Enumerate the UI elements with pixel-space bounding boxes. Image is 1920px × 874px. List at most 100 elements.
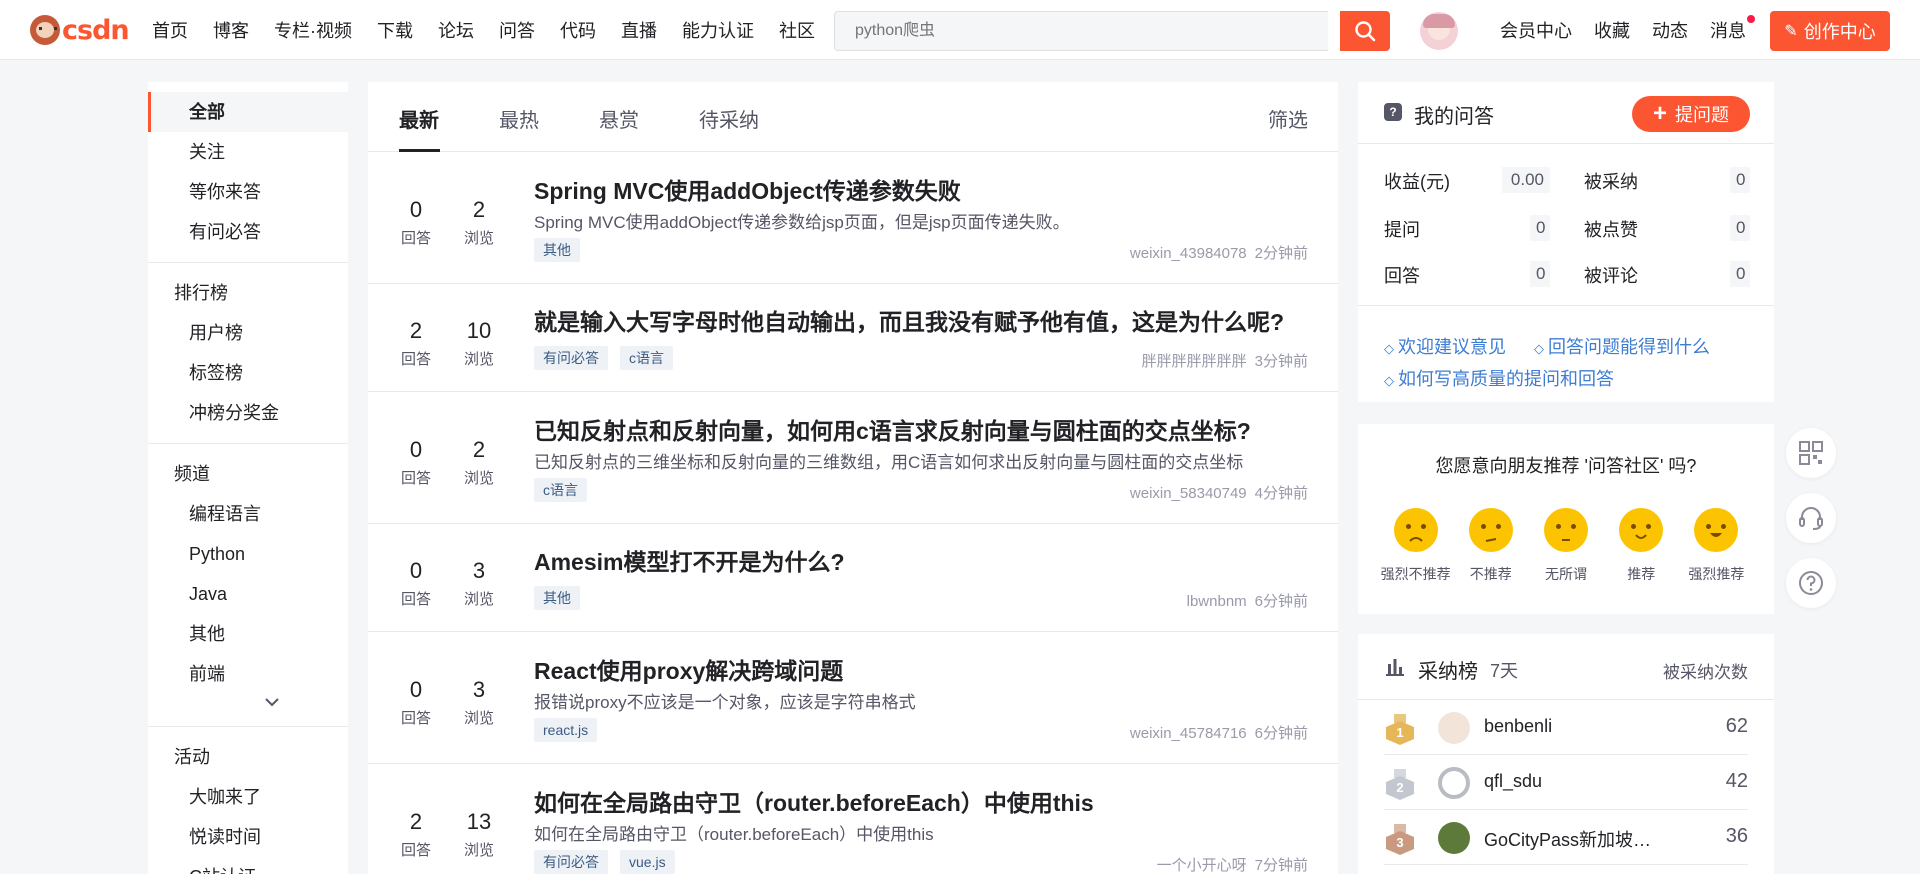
- tag[interactable]: c语言: [620, 346, 673, 370]
- nav-qa[interactable]: 问答: [499, 17, 535, 43]
- rating-recommend[interactable]: 推荐: [1604, 508, 1679, 584]
- sidebar-item-big-names[interactable]: 大咖来了: [148, 777, 348, 817]
- tab-latest[interactable]: 最新: [399, 104, 439, 133]
- tag[interactable]: 有问必答: [534, 346, 608, 370]
- question-title[interactable]: 如何在全局路由守卫（router.beforeEach）中使用this: [534, 784, 1094, 818]
- sidebar-item-other[interactable]: 其他: [148, 614, 348, 654]
- nav-blog[interactable]: 博客: [213, 17, 249, 43]
- sidebar-item-following[interactable]: 关注: [148, 132, 348, 172]
- nav-forum[interactable]: 论坛: [438, 17, 474, 43]
- nav-column-video[interactable]: 专栏·视频: [274, 17, 352, 43]
- favorites-link[interactable]: 收藏: [1594, 17, 1630, 43]
- expand-channels-button[interactable]: [148, 694, 348, 716]
- stat-label: 被评论: [1584, 266, 1638, 286]
- sidebar-item-bonus-ranking[interactable]: 冲榜分奖金: [148, 393, 348, 433]
- answer-rewards-link[interactable]: ◇ 回答问题能得到什么: [1534, 337, 1724, 357]
- sidebar-item-awaiting-answer[interactable]: 等你来答: [148, 172, 348, 212]
- csdn-logo[interactable]: csdn: [30, 14, 130, 46]
- tab-pending-accept[interactable]: 待采纳: [699, 104, 759, 133]
- customer-service-button[interactable]: [1786, 493, 1836, 543]
- author[interactable]: 胖胖胖胖胖胖胖: [1142, 353, 1247, 370]
- author[interactable]: weixin_45784716: [1130, 725, 1247, 742]
- author[interactable]: lbwnbnm: [1187, 593, 1247, 610]
- tab-bounty[interactable]: 悬赏: [599, 104, 639, 133]
- sidebar-item-tag-ranking[interactable]: 标签榜: [148, 353, 348, 393]
- user-avatar[interactable]: [1438, 712, 1470, 744]
- question-tags: 有问必答 vue.js: [534, 850, 687, 874]
- user-avatar[interactable]: [1420, 12, 1458, 50]
- ranking-row[interactable]: 2 qfl_sdu 42: [1384, 755, 1748, 810]
- rating-strongly-recommend[interactable]: 强烈推荐: [1679, 508, 1754, 584]
- stat-value: 0: [1530, 261, 1550, 287]
- question-title[interactable]: 就是输入大写字母时他自动输出，而且我没有赋予他有值，这是为什么呢?: [534, 303, 1284, 337]
- sidebar-item-user-ranking[interactable]: 用户榜: [148, 313, 348, 353]
- sidebar-item-reading-time[interactable]: 悦读时间: [148, 817, 348, 857]
- create-center-button[interactable]: ✎ 创作中心: [1770, 11, 1890, 51]
- ranking-row[interactable]: 1 benbenli 62: [1384, 700, 1748, 755]
- sidebar-item-frontend[interactable]: 前端: [148, 654, 348, 694]
- nav-community[interactable]: 社区: [779, 17, 815, 43]
- help-button[interactable]: [1786, 558, 1836, 608]
- question-item[interactable]: 2 回答 10 浏览 就是输入大写字母时他自动输出，而且我没有赋予他有值，这是为什么…: [368, 284, 1338, 392]
- question-item[interactable]: 0 回答 2 浏览 Spring MVC使用addObject传递参数失败 Spri…: [368, 152, 1338, 284]
- user-name[interactable]: benbenli: [1484, 716, 1552, 737]
- author[interactable]: weixin_43984078: [1130, 245, 1247, 262]
- ranking-row[interactable]: 3 GoCityPass新加坡曼谷… 36: [1384, 810, 1748, 865]
- nav-code[interactable]: 代码: [560, 17, 596, 43]
- question-title[interactable]: Spring MVC使用addObject传递参数失败: [534, 172, 961, 206]
- filter-button[interactable]: 筛选: [1268, 104, 1308, 133]
- tag[interactable]: vue.js: [620, 850, 675, 874]
- question-title[interactable]: Amesim模型打不开是为什么?: [534, 543, 845, 577]
- sidebar-item-programming-languages[interactable]: 编程语言: [148, 494, 348, 534]
- ranking-column-header: 被采纳次数: [1663, 663, 1748, 682]
- sidebar-item-java[interactable]: Java: [148, 574, 348, 614]
- rating-neutral[interactable]: 无所谓: [1528, 508, 1603, 584]
- sidebar-item-c-certification[interactable]: C站认证: [148, 857, 348, 874]
- sidebar-item-all[interactable]: 全部: [148, 92, 348, 132]
- nav-download[interactable]: 下载: [377, 17, 413, 43]
- tag[interactable]: 其他: [534, 238, 580, 262]
- user-name[interactable]: GoCityPass新加坡曼谷…: [1484, 826, 1654, 852]
- rating-not-recommend[interactable]: 不推荐: [1453, 508, 1528, 584]
- question-item[interactable]: 0 回答 2 浏览 已知反射点和反射向量，如何用c语言求反射向量与圆柱面的交点坐标?…: [368, 392, 1338, 524]
- nav-certification[interactable]: 能力认证: [682, 17, 754, 43]
- tag[interactable]: 其他: [534, 586, 580, 610]
- rating-options: 强烈不推荐 不推荐 无所谓 推荐 强烈推荐: [1378, 508, 1754, 584]
- bronze-medal-icon: 3: [1386, 824, 1414, 855]
- author[interactable]: 一个小开心呀: [1157, 857, 1247, 874]
- answer-count: 0 回答: [400, 437, 431, 487]
- sidebar-item-python[interactable]: Python: [148, 534, 348, 574]
- writing-guide-link[interactable]: ◇ 如何写高质量的提问和回答: [1384, 369, 1628, 389]
- question-title[interactable]: React使用proxy解决跨域问题: [534, 652, 843, 686]
- question-item[interactable]: 0 回答 3 浏览 Amesim模型打不开是为什么? 其他 lbwnbnm 6分钟前: [368, 524, 1338, 632]
- search-button[interactable]: [1340, 11, 1390, 51]
- my-questions-header: ? 我的问答 + 提问题: [1358, 82, 1774, 144]
- tag[interactable]: c语言: [534, 478, 587, 502]
- ranking-period[interactable]: 7天: [1490, 657, 1518, 683]
- question-title[interactable]: 已知反射点和反射向量，如何用c语言求反射向量与圆柱面的交点坐标?: [534, 412, 1251, 446]
- member-center-link[interactable]: 会员中心: [1500, 17, 1572, 43]
- view-count: 2 浏览: [463, 197, 494, 247]
- tag[interactable]: 有问必答: [534, 850, 608, 874]
- activity-link[interactable]: 动态: [1652, 17, 1688, 43]
- tag[interactable]: react.js: [534, 718, 598, 742]
- question-item[interactable]: 0 回答 3 浏览 React使用proxy解决跨域问题 报错说proxy不应该是一…: [368, 632, 1338, 764]
- view-count: 10 浏览: [463, 318, 494, 368]
- messages-link[interactable]: 消息: [1710, 15, 1755, 43]
- author[interactable]: weixin_58340749: [1130, 485, 1247, 502]
- user-avatar[interactable]: [1438, 822, 1470, 854]
- stat-label: 提问: [1384, 220, 1420, 240]
- feedback-link[interactable]: ◇ 欢迎建议意见: [1384, 337, 1520, 357]
- search-input[interactable]: [834, 11, 1328, 51]
- user-avatar[interactable]: [1438, 767, 1470, 799]
- tab-hottest[interactable]: 最热: [499, 104, 539, 133]
- nav-live[interactable]: 直播: [621, 17, 657, 43]
- nav-home[interactable]: 首页: [152, 17, 188, 43]
- question-meta: weixin_43984078 2分钟前: [1130, 242, 1308, 263]
- qr-code-button[interactable]: [1786, 428, 1836, 478]
- user-name[interactable]: qfl_sdu: [1484, 771, 1542, 792]
- ask-question-button[interactable]: + 提问题: [1632, 96, 1750, 132]
- rating-strongly-not-recommend[interactable]: 强烈不推荐: [1378, 508, 1453, 584]
- sidebar-item-must-answer[interactable]: 有问必答: [148, 212, 348, 252]
- question-item[interactable]: 2 回答 13 浏览 如何在全局路由守卫（router.beforeEach）中使用…: [368, 764, 1338, 874]
